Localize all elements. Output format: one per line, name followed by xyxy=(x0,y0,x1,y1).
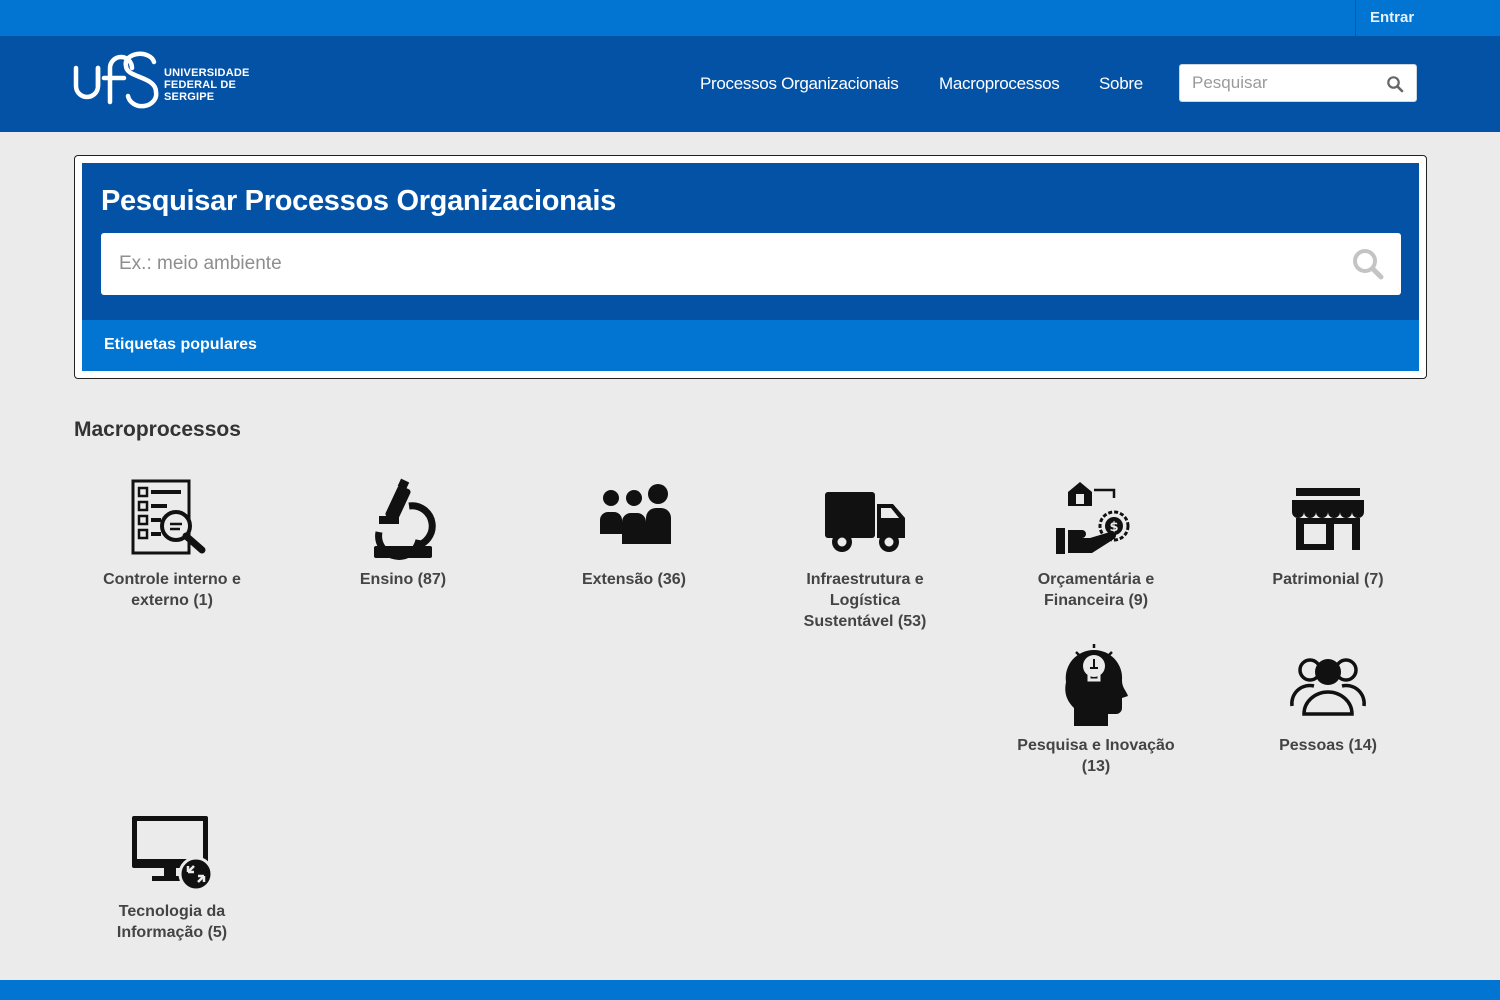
search-panel-title: Pesquisar Processos Organizacionais xyxy=(101,185,616,217)
macro-item-controle[interactable]: Controle interno e externo (1) xyxy=(72,478,272,611)
truck-icon xyxy=(825,492,905,552)
login-link[interactable]: Entrar xyxy=(1355,0,1500,36)
nav-sobre[interactable]: Sobre xyxy=(1099,36,1143,132)
head-lightbulb-icon xyxy=(1065,644,1128,726)
macro-item-pesquisa[interactable]: Pesquisa e Inovação (13) xyxy=(996,644,1196,777)
macro-item-extensao[interactable]: Extensão (36) xyxy=(534,478,734,590)
macroprocessos-title: Macroprocessos xyxy=(74,418,241,441)
audit-document-icon xyxy=(131,479,206,555)
group-people-icon xyxy=(600,484,671,544)
people-outline-icon xyxy=(1290,658,1366,716)
macro-item-infraestrutura[interactable]: Infraestrutura e Logística Sustentável (… xyxy=(765,478,965,632)
macro-item-label: Controle interno e externo (1) xyxy=(103,571,241,609)
process-search xyxy=(101,233,1401,295)
macro-item-patrimonial[interactable]: Patrimonial (7) xyxy=(1228,478,1428,590)
macro-item-label: Pessoas (14) xyxy=(1279,737,1377,754)
logo-text: UNIVERSIDADE FEDERAL DE SERGIPE xyxy=(164,67,250,103)
macro-item-ensino[interactable]: Ensino (87) xyxy=(303,478,503,590)
search-panel-header: Pesquisar Processos Organizacionais xyxy=(82,163,1419,320)
macro-item-label: Tecnologia da Informação (5) xyxy=(116,903,228,941)
search-icon[interactable] xyxy=(1386,75,1404,93)
footer-bar xyxy=(0,980,1500,1000)
store-icon xyxy=(1292,488,1364,550)
macro-item-orcamentaria[interactable]: $ Orçamentária e Financeira (9) xyxy=(996,478,1196,611)
ufs-logo[interactable]: UNIVERSIDADE FEDERAL DE SERGIPE xyxy=(72,46,262,122)
macro-item-pessoas[interactable]: Pessoas (14) xyxy=(1228,644,1428,756)
logo-line-1: UNIVERSIDADE xyxy=(164,67,250,79)
top-bar: Entrar xyxy=(0,0,1500,36)
logo-line-2: FEDERAL DE xyxy=(164,79,237,91)
macro-item-label: Ensino (87) xyxy=(359,571,447,588)
header-search xyxy=(1179,64,1417,102)
search-panel: Pesquisar Processos Organizacionais Etiq… xyxy=(74,155,1427,379)
macro-item-label: Extensão (36) xyxy=(581,571,687,588)
remote-desktop-icon xyxy=(132,816,214,892)
process-search-input[interactable] xyxy=(101,233,1331,295)
header-search-input[interactable] xyxy=(1180,65,1380,101)
main-navbar: UNIVERSIDADE FEDERAL DE SERGIPE Processo… xyxy=(0,36,1500,132)
nav-processos-organizacionais[interactable]: Processos Organizacionais xyxy=(700,36,899,132)
macro-item-label: Pesquisa e Inovação (13) xyxy=(1017,737,1175,775)
macro-item-label: Patrimonial (7) xyxy=(1272,571,1384,588)
macro-item-label: Infraestrutura e Logística Sustentável (… xyxy=(803,571,927,630)
macro-item-label: Orçamentária e Financeira (9) xyxy=(1037,571,1155,609)
popular-tags-bar: Etiquetas populares xyxy=(82,320,1419,371)
search-icon[interactable] xyxy=(1351,247,1385,281)
logo-line-3: SERGIPE xyxy=(164,91,215,103)
finance-hand-icon: $ xyxy=(1056,482,1130,554)
macro-item-tecnologia[interactable]: Tecnologia da Informação (5) xyxy=(72,810,272,943)
ufs-logo-icon xyxy=(73,51,159,109)
microscope-icon xyxy=(374,478,436,560)
popular-tags-link[interactable]: Etiquetas populares xyxy=(104,336,257,354)
nav-macroprocessos[interactable]: Macroprocessos xyxy=(939,36,1060,132)
